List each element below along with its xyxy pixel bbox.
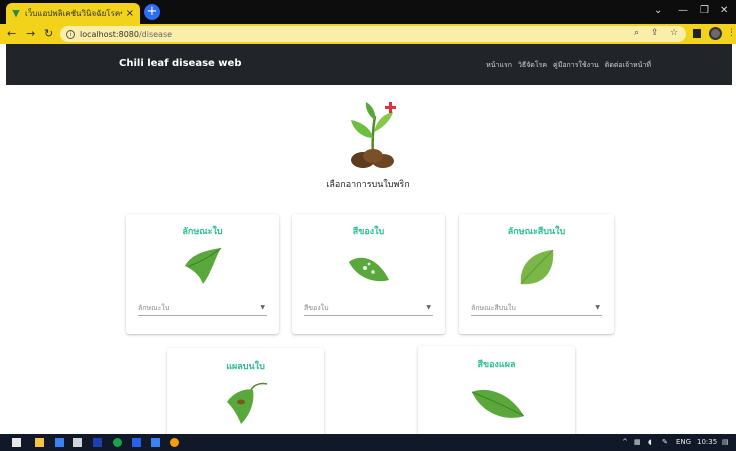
- site-brand[interactable]: Chili leaf disease web: [119, 58, 241, 69]
- pen-icon[interactable]: ✎: [662, 438, 668, 446]
- url-text: localhost:8080/disease: [80, 30, 172, 39]
- notification-icon[interactable]: ▤: [722, 438, 729, 446]
- card-title: ลักษณะสีบนใบ: [507, 227, 566, 237]
- site-favicon-icon: [12, 9, 20, 18]
- close-icon[interactable]: ×: [126, 8, 134, 19]
- share-icon[interactable]: ⇪: [651, 28, 659, 38]
- tab-title: เว็บแอปพลิเคชันวินิจฉัยโรคของใบพริก: [25, 9, 122, 18]
- leaf-pattern-select[interactable]: ลักษณะสีบนใบ ▼: [471, 302, 602, 316]
- plant-logo-icon: [351, 102, 396, 168]
- window-close-button[interactable]: ✕: [720, 5, 728, 16]
- lesion-leaf-icon: [227, 382, 268, 424]
- taskbar-app-icon[interactable]: [132, 438, 141, 447]
- leaf-icon: [471, 389, 525, 418]
- leaf-icon: [520, 249, 554, 285]
- url-host: localhost:8080: [80, 29, 139, 39]
- card-title: สีของแผล: [477, 360, 516, 370]
- profile-avatar-icon[interactable]: [709, 27, 722, 40]
- card-title: แผลบนใบ: [226, 362, 265, 372]
- vscode-icon[interactable]: [151, 438, 160, 447]
- nav-link-manual[interactable]: คู่มือการใช้งาน: [553, 60, 599, 71]
- leaf-color-select[interactable]: สีของใบ ▼: [304, 302, 433, 316]
- browser-tab-active[interactable]: เว็บแอปพลิเคชันวินิจฉัยโรคของใบพริก ×: [6, 3, 140, 24]
- url-path: /disease: [138, 29, 173, 39]
- network-icon[interactable]: ▦: [634, 438, 641, 446]
- taskbar-app-icon[interactable]: [93, 438, 102, 447]
- back-arrow-icon[interactable]: ←: [7, 27, 16, 40]
- maximize-button[interactable]: ❐: [700, 5, 709, 16]
- taskbar-app-icon[interactable]: [55, 438, 64, 447]
- clock[interactable]: 10:35: [697, 438, 717, 446]
- volume-icon[interactable]: ◖: [648, 438, 652, 446]
- chevron-down-icon: ▼: [426, 304, 431, 311]
- page-title: เลือกอาการบนใบพริก: [326, 180, 410, 190]
- forward-arrow-icon[interactable]: →: [26, 27, 35, 40]
- leaf-shape-select[interactable]: ลักษณะใบ ▼: [138, 302, 267, 316]
- minimize-button[interactable]: —: [678, 5, 688, 16]
- info-icon[interactable]: i: [66, 29, 75, 39]
- select-placeholder: ลักษณะใบ: [138, 304, 170, 312]
- file-explorer-icon[interactable]: [35, 438, 44, 447]
- card-title: ลักษณะใบ: [182, 227, 223, 237]
- taskbar-app-icon[interactable]: [73, 438, 82, 447]
- spotted-leaf-icon: [349, 257, 389, 282]
- windows-start-icon[interactable]: [12, 438, 21, 447]
- address-bar[interactable]: i localhost:8080/disease: [60, 26, 686, 42]
- curled-leaf-icon: [185, 247, 222, 284]
- card-lesion-color: สีของแผล: [418, 346, 575, 448]
- reload-icon[interactable]: ↻: [44, 27, 53, 40]
- browser-tab-strip: เว็บแอปพลิเคชันวินิจฉัยโรคของใบพริก × + …: [0, 0, 736, 24]
- tray-arrow-icon[interactable]: ^: [622, 438, 628, 446]
- nav-link-contact[interactable]: ติดต่อเจ้าหน้าที่: [605, 60, 651, 71]
- nav-link-diagnosis[interactable]: วิธีจัดโรค: [518, 60, 547, 71]
- site-navbar: Chili leaf disease web หน้าแรก วิธีจัดโร…: [6, 44, 732, 85]
- nav-link-home[interactable]: หน้าแรก: [486, 60, 512, 71]
- chevron-down-icon: ▼: [260, 304, 265, 311]
- card-leaf-color: สีของใบ สีของใบ ▼: [292, 214, 445, 334]
- bookmark-star-icon[interactable]: ☆: [670, 28, 678, 38]
- site-menu: หน้าแรก วิธีจัดโรค คู่มือการใช้งาน ติดต่…: [486, 60, 651, 71]
- card-title: สีของใบ: [352, 227, 385, 237]
- chevron-down-icon: ▼: [595, 304, 600, 311]
- browser-toolbar: ← → ↻ i localhost:8080/disease ⌕ ⇪ ☆ ⋮: [0, 24, 736, 44]
- chrome-icon[interactable]: [113, 438, 122, 447]
- os-taskbar: ^ ▦ ◖ ✎ ENG 10:35 ▤: [0, 434, 736, 451]
- select-placeholder: สีของใบ: [304, 304, 329, 312]
- language-indicator[interactable]: ENG: [676, 438, 691, 446]
- card-leaf-pattern: ลักษณะสีบนใบ ลักษณะสีบนใบ ▼: [459, 214, 614, 334]
- chevron-down-icon[interactable]: ⌄: [654, 5, 662, 16]
- select-placeholder: ลักษณะสีบนใบ: [471, 304, 516, 312]
- more-menu-icon[interactable]: ⋮: [727, 28, 736, 38]
- new-tab-button[interactable]: +: [144, 4, 160, 20]
- extension-icon[interactable]: [693, 29, 701, 38]
- chrome-icon[interactable]: [170, 438, 179, 447]
- card-leaf-lesion: แผลบนใบ: [167, 348, 324, 448]
- card-leaf-shape: ลักษณะใบ ลักษณะใบ ▼: [126, 214, 279, 334]
- zoom-icon[interactable]: ⌕: [634, 28, 639, 38]
